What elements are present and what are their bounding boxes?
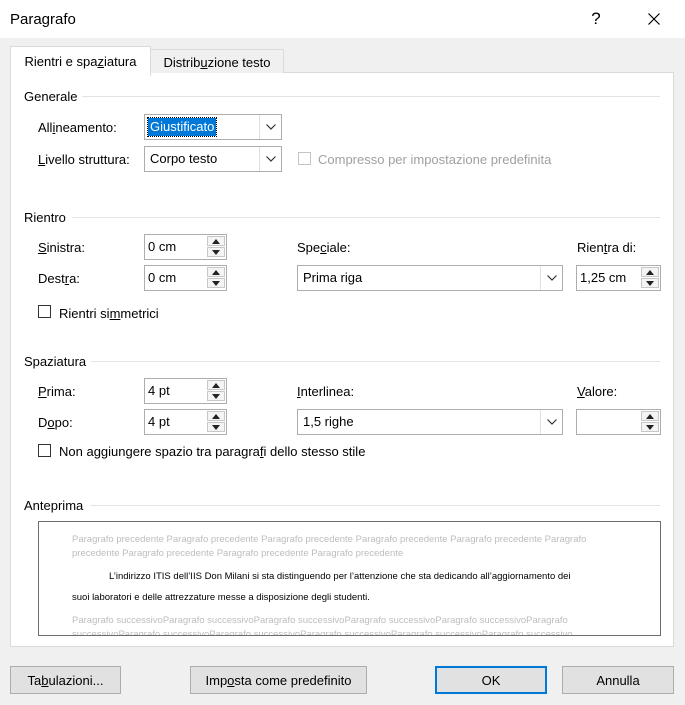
spacing-at-spinner[interactable] <box>576 409 661 435</box>
collapsed-label: Compresso per impostazione predefinita <box>318 152 552 167</box>
triangle-up-icon <box>212 413 220 419</box>
spin-down-button[interactable] <box>641 278 659 288</box>
chevron-down-icon <box>540 266 562 290</box>
line-spacing-value: 1,5 righe <box>303 414 354 429</box>
preview-previous-line-2: precedente Paragrafo precedente Paragraf… <box>72 548 404 559</box>
cancel-button[interactable]: Annulla <box>562 666 674 694</box>
spin-down-button[interactable] <box>207 422 225 432</box>
triangle-up-icon <box>212 238 220 244</box>
special-label: Speciale: <box>297 240 351 255</box>
divider <box>72 217 660 218</box>
outline-level-value: Corpo testo <box>150 151 218 166</box>
triangle-down-icon <box>212 424 220 430</box>
triangle-up-icon <box>646 413 654 419</box>
triangle-up-icon <box>212 382 220 388</box>
spin-up-button[interactable] <box>641 411 659 421</box>
outline-level-label: Livello struttura: <box>38 152 130 167</box>
tab-line-page-breaks[interactable]: Distribuzione testo <box>150 49 284 74</box>
mirror-indents-checkbox[interactable] <box>38 305 51 318</box>
triangle-down-icon <box>646 280 654 286</box>
no-space-label: Non aggiungere spazio tra paragrafi dell… <box>59 444 366 459</box>
spacing-after-label: Dopo: <box>38 415 73 430</box>
preview-paragraph-line-1: L’indirizzo ITIS dell’IIS Don Milani si … <box>109 571 571 582</box>
line-spacing-select[interactable]: 1,5 righe <box>297 409 563 435</box>
collapsed-checkbox[interactable] <box>298 152 311 165</box>
preview-previous-line-1: Paragrafo precedente Paragrafo precedent… <box>72 534 587 545</box>
indent-by-spinner[interactable]: 1,25 cm <box>576 265 661 291</box>
group-title-preview: Anteprima <box>24 498 84 513</box>
chevron-down-icon <box>259 147 281 171</box>
chevron-down-icon <box>540 410 562 434</box>
group-title-indent: Rientro <box>24 210 66 225</box>
triangle-up-icon <box>212 269 220 275</box>
preview-next-line-1: Paragrafo successivoParagrafo successivo… <box>72 615 568 626</box>
outline-level-select[interactable]: Corpo testo <box>144 146 282 172</box>
indent-left-spinner[interactable]: 0 cm <box>144 234 227 260</box>
group-title-spacing: Spaziatura <box>24 354 87 369</box>
special-select[interactable]: Prima riga <box>297 265 563 291</box>
line-spacing-label: Interlinea: <box>297 384 355 399</box>
triangle-down-icon <box>212 393 220 399</box>
spacing-before-value: 4 pt <box>148 383 170 398</box>
alignment-label: Allineamento: <box>38 120 117 135</box>
no-space-checkbox[interactable] <box>38 444 51 457</box>
tab-label: Distribuzione testo <box>163 54 271 70</box>
spin-up-button[interactable] <box>207 411 225 421</box>
tab-label: Rientri e spaziatura <box>24 54 137 69</box>
spin-up-button[interactable] <box>207 236 225 246</box>
preview-next-line-2: successivoParagrafo successivoParagrafo … <box>72 629 573 636</box>
triangle-down-icon <box>212 280 220 286</box>
spin-down-button[interactable] <box>207 278 225 288</box>
help-button[interactable]: ? <box>573 0 619 38</box>
spin-down-button[interactable] <box>207 247 225 257</box>
indent-by-label: Rientra di: <box>577 240 637 255</box>
spacing-before-label: Prima: <box>38 384 76 399</box>
divider <box>82 96 660 97</box>
dialog-title: Paragrafo <box>10 11 76 28</box>
close-icon <box>648 13 660 25</box>
preview-box: Paragrafo precedente Paragrafo precedent… <box>38 521 661 636</box>
indent-right-spinner[interactable]: 0 cm <box>144 265 227 291</box>
mirror-indents-label: Rientri simmetrici <box>59 306 159 321</box>
triangle-up-icon <box>646 269 654 275</box>
indent-left-value: 0 cm <box>148 239 177 254</box>
spin-up-button[interactable] <box>641 267 659 277</box>
set-default-button-label: Imposta come predefinito <box>205 672 352 688</box>
triangle-down-icon <box>646 424 654 430</box>
triangle-down-icon <box>212 249 220 255</box>
chevron-down-icon <box>259 115 281 139</box>
preview-paragraph-line-2: suoi laboratori e delle attrezzature mes… <box>72 592 370 603</box>
ok-button[interactable]: OK <box>435 666 547 694</box>
indent-by-value: 1,25 cm <box>580 270 627 285</box>
set-default-button[interactable]: Imposta come predefinito <box>190 666 367 694</box>
divider <box>90 505 660 506</box>
special-value: Prima riga <box>303 270 363 285</box>
spin-down-button[interactable] <box>207 391 225 401</box>
spin-up-button[interactable] <box>207 380 225 390</box>
alignment-select[interactable]: Giustificato <box>144 114 282 140</box>
indent-left-label: Sinistra: <box>38 240 85 255</box>
indent-right-label: Destra: <box>38 271 80 286</box>
spacing-at-label: Valore: <box>577 384 618 399</box>
tabs-button-label: Tabulazioni... <box>27 672 104 688</box>
spin-down-button[interactable] <box>641 422 659 432</box>
indent-right-value: 0 cm <box>148 270 177 285</box>
divider <box>91 361 660 362</box>
spacing-after-value: 4 pt <box>148 414 170 429</box>
spacing-before-spinner[interactable]: 4 pt <box>144 378 227 404</box>
spin-up-button[interactable] <box>207 267 225 277</box>
spacing-after-spinner[interactable]: 4 pt <box>144 409 227 435</box>
tabs-button[interactable]: Tabulazioni... <box>10 666 121 694</box>
tab-indents-spacing[interactable]: Rientri e spaziatura <box>10 46 151 76</box>
group-title-general: Generale <box>24 89 78 104</box>
alignment-value: Giustificato <box>146 117 218 137</box>
close-button[interactable] <box>631 0 677 38</box>
